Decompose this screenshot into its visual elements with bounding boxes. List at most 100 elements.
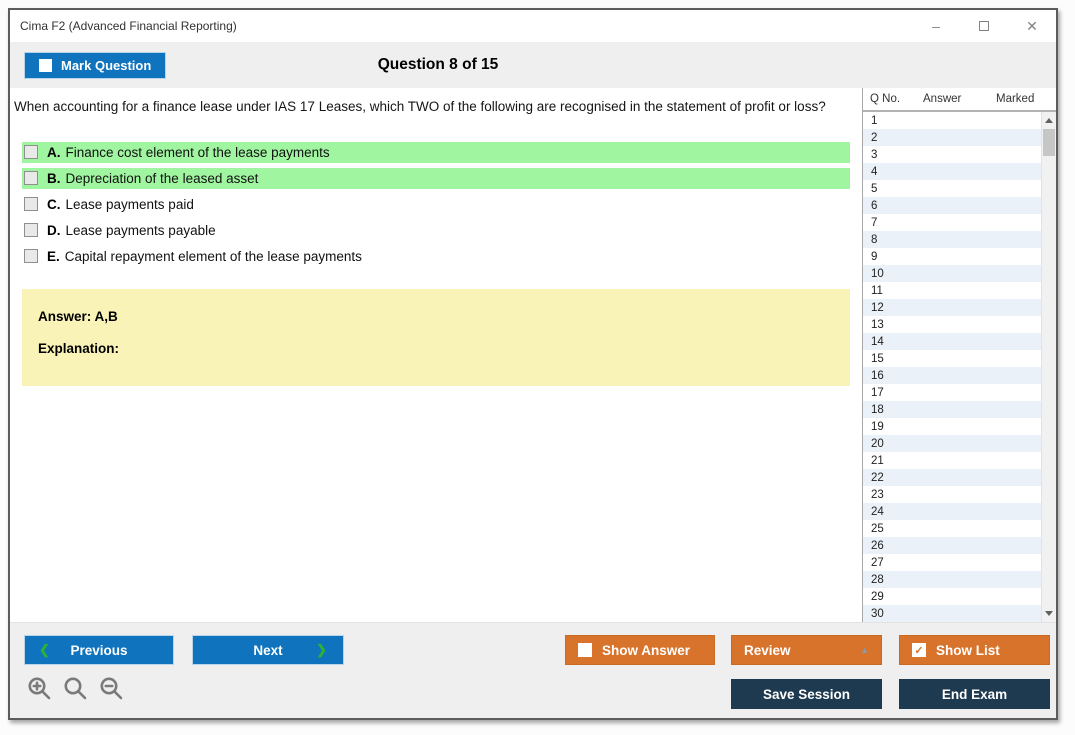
question-list-row[interactable]: 7	[863, 214, 1056, 231]
show-list-checkbox-icon: ✓	[912, 643, 926, 657]
zoom-out-icon[interactable]	[98, 675, 125, 702]
question-list-row[interactable]: 8	[863, 231, 1056, 248]
question-list-row[interactable]: 20	[863, 435, 1056, 452]
options-list: A. Finance cost element of the lease pay…	[10, 141, 862, 267]
review-button[interactable]: Review ▲	[731, 635, 882, 665]
row-qno: 30	[871, 607, 884, 620]
row-qno: 8	[871, 233, 878, 246]
option-row[interactable]: E. Capital repayment element of the leas…	[22, 246, 850, 267]
question-list-row[interactable]: 12	[863, 299, 1056, 316]
save-session-label: Save Session	[762, 686, 851, 702]
row-qno: 2	[871, 131, 878, 144]
question-list-row[interactable]: 19	[863, 418, 1056, 435]
save-session-button[interactable]: Save Session	[731, 679, 882, 709]
row-qno: 5	[871, 182, 878, 195]
row-qno: 7	[871, 216, 878, 229]
question-list-row[interactable]: 21	[863, 452, 1056, 469]
answer-text: Answer: A,B	[38, 308, 118, 324]
question-list-row[interactable]: 25	[863, 520, 1056, 537]
option-row[interactable]: B. Depreciation of the leased asset	[22, 167, 850, 189]
show-answer-label: Show Answer	[602, 642, 691, 658]
app-window: Cima F2 (Advanced Financial Reporting) –…	[8, 8, 1058, 720]
question-list-row[interactable]: 2	[863, 129, 1056, 146]
option-row[interactable]: C. Lease payments paid	[22, 194, 850, 215]
scrollbar-thumb[interactable]	[1043, 129, 1055, 156]
row-qno: 28	[871, 573, 884, 586]
question-list-row[interactable]: 5	[863, 180, 1056, 197]
row-qno: 4	[871, 165, 878, 178]
maximize-button[interactable]	[960, 10, 1008, 42]
close-button[interactable]: ✕	[1008, 10, 1056, 42]
option-text: Depreciation of the leased asset	[65, 170, 259, 186]
question-list-row[interactable]: 9	[863, 248, 1056, 265]
option-checkbox[interactable]	[24, 197, 38, 212]
question-list-row[interactable]: 28	[863, 571, 1056, 588]
question-list-row[interactable]: 10	[863, 265, 1056, 282]
scrollbar[interactable]	[1041, 112, 1056, 622]
question-list-row[interactable]: 15	[863, 350, 1056, 367]
question-list-row[interactable]: 22	[863, 469, 1056, 486]
question-list-row[interactable]: 4	[863, 163, 1056, 180]
mark-question-checkbox-icon	[39, 58, 52, 72]
end-exam-button[interactable]: End Exam	[899, 679, 1050, 709]
question-list-row[interactable]: 23	[863, 486, 1056, 503]
question-list-row[interactable]: 29	[863, 588, 1056, 605]
show-list-button[interactable]: ✓ Show List	[899, 635, 1050, 665]
option-checkbox[interactable]	[24, 223, 38, 238]
row-qno: 1	[871, 114, 878, 127]
question-list-row[interactable]: 30	[863, 605, 1056, 622]
row-qno: 24	[871, 505, 884, 518]
show-list-label: Show List	[936, 642, 1000, 658]
mark-question-label: Mark Question	[61, 57, 152, 73]
option-text: Lease payments paid	[65, 196, 194, 212]
option-row[interactable]: A. Finance cost element of the lease pay…	[22, 141, 850, 163]
question-list-row[interactable]: 1	[863, 112, 1056, 129]
scroll-up-icon[interactable]	[1042, 113, 1056, 128]
row-qno: 16	[871, 369, 884, 382]
minimize-button[interactable]: –	[912, 10, 960, 42]
show-answer-button[interactable]: Show Answer	[565, 635, 715, 665]
question-list-row[interactable]: 18	[863, 401, 1056, 418]
option-letter: A.	[47, 144, 61, 160]
zoom-toolbar	[26, 675, 125, 702]
option-letter: D.	[47, 222, 61, 238]
previous-button[interactable]: ❮ Previous	[24, 635, 174, 665]
footer-bar: ❮ Previous Next ❯ Show Answer Review ▲ ✓…	[10, 622, 1056, 718]
question-list-row[interactable]: 17	[863, 384, 1056, 401]
question-list-row[interactable]: 6	[863, 197, 1056, 214]
window-title: Cima F2 (Advanced Financial Reporting)	[20, 19, 237, 33]
toolbar: Mark Question Question 8 of 15	[10, 42, 1056, 88]
option-letter: E.	[47, 248, 60, 264]
magnifier-icon[interactable]	[62, 675, 89, 702]
question-list-row[interactable]: 14	[863, 333, 1056, 350]
next-button[interactable]: Next ❯	[192, 635, 344, 665]
close-icon: ✕	[1026, 17, 1038, 34]
option-checkbox[interactable]	[24, 171, 38, 186]
scroll-down-icon[interactable]	[1042, 606, 1056, 621]
question-list-row[interactable]: 3	[863, 146, 1056, 163]
window-controls: – ✕	[912, 10, 1056, 42]
chevron-right-icon: ❯	[316, 642, 327, 657]
question-list-row[interactable]: 11	[863, 282, 1056, 299]
explanation-label: Explanation:	[38, 340, 120, 356]
question-list-row[interactable]: 26	[863, 537, 1056, 554]
question-list-row[interactable]: 27	[863, 554, 1056, 571]
minimize-icon: –	[932, 18, 940, 34]
option-checkbox[interactable]	[24, 249, 38, 264]
row-qno: 27	[871, 556, 884, 569]
question-panel: When accounting for a finance lease unde…	[10, 88, 862, 622]
chevron-left-icon: ❮	[39, 642, 50, 657]
row-qno: 11	[871, 284, 883, 297]
question-list-row[interactable]: 16	[863, 367, 1056, 384]
col-header-marked: Marked	[996, 93, 1035, 105]
option-row[interactable]: D. Lease payments payable	[22, 220, 850, 241]
row-qno: 26	[871, 539, 884, 552]
question-list-row[interactable]: 24	[863, 503, 1056, 520]
question-list-row[interactable]: 13	[863, 316, 1056, 333]
zoom-in-icon[interactable]	[26, 675, 53, 702]
option-checkbox[interactable]	[24, 145, 38, 160]
row-qno: 3	[871, 148, 878, 161]
row-qno: 14	[871, 335, 884, 348]
mark-question-button[interactable]: Mark Question	[24, 51, 167, 79]
row-qno: 21	[871, 454, 884, 467]
